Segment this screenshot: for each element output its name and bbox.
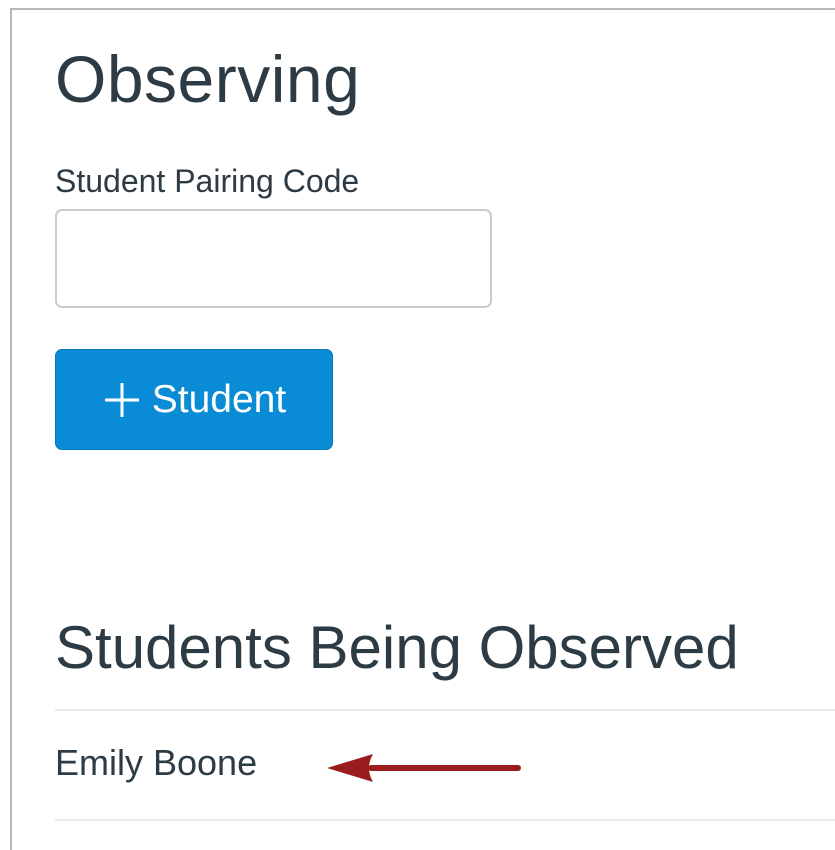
arrow-left-icon xyxy=(325,749,521,787)
plus-icon xyxy=(102,380,142,420)
add-student-button[interactable]: Student xyxy=(55,349,333,450)
list-divider xyxy=(55,709,835,711)
pairing-code-label: Student Pairing Code xyxy=(55,163,360,199)
add-student-label: Student xyxy=(151,377,287,421)
student-name: Emily Boone xyxy=(55,742,258,783)
student-list-item: Emily Boone xyxy=(55,745,257,781)
list-divider xyxy=(55,819,835,821)
students-observed-heading: Students Being Observed xyxy=(55,614,739,681)
pairing-code-input[interactable] xyxy=(55,209,492,308)
page-title: Observing xyxy=(55,42,361,116)
